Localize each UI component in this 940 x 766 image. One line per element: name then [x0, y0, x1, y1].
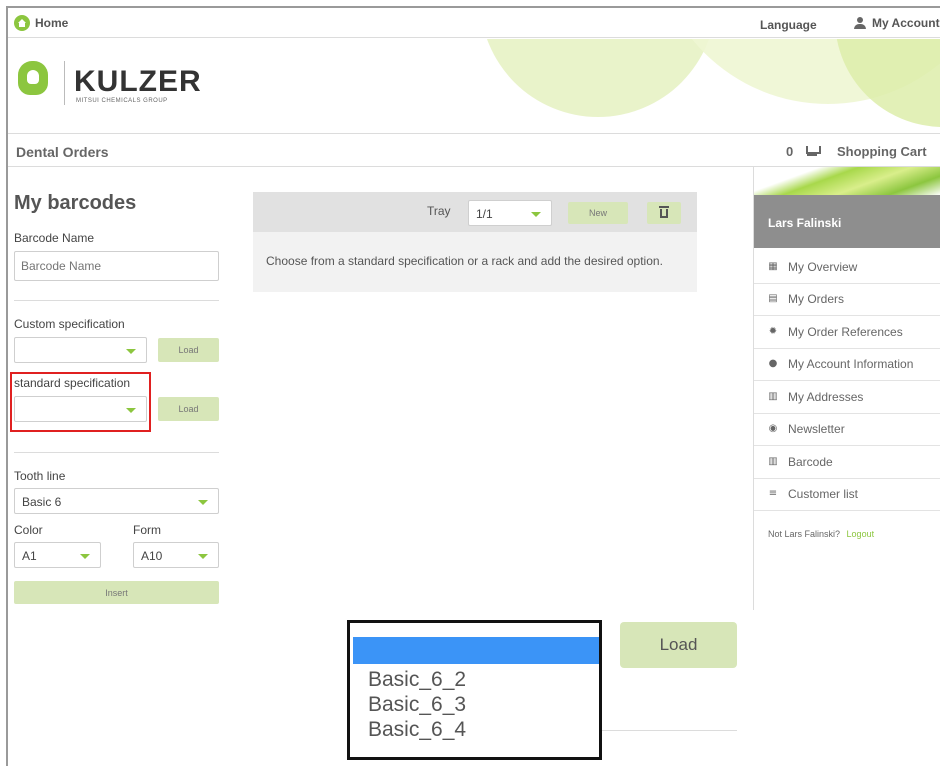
sidebar-item-label: My Orders [788, 292, 845, 307]
new-tray-button[interactable]: New [568, 202, 628, 224]
delete-tray-button[interactable] [647, 202, 681, 224]
sidebar-item-my-orders[interactable]: ▤ My Orders [754, 284, 940, 316]
sidebar-item-label: My Account Information [788, 357, 914, 372]
shopping-cart-link[interactable]: Shopping Cart [837, 144, 927, 159]
insert-button[interactable]: Insert [14, 581, 219, 604]
sidebar-decoration [754, 167, 940, 195]
grid-icon: ▦ [768, 260, 778, 272]
sidebar-item-label: My Order References [788, 324, 903, 339]
dropdown-option[interactable]: Basic_6_3 [368, 693, 466, 717]
barcode-icon: ▥ [768, 455, 778, 467]
chevron-down-icon [80, 554, 90, 559]
color-select[interactable]: A1 [14, 542, 101, 568]
my-account-label: My Account [872, 16, 940, 30]
standard-spec-label: standard specification [14, 376, 131, 390]
sidebar-item-my-order-references[interactable]: ✹ My Order References [754, 316, 940, 349]
chevron-down-icon [126, 349, 136, 354]
sidebar-item-my-account-information[interactable]: ● My Account Information [754, 349, 940, 381]
home-icon [14, 15, 30, 31]
sidebar-item-my-addresses[interactable]: ▥ My Addresses [754, 381, 940, 414]
chevron-down-icon [126, 408, 136, 413]
divider [602, 730, 737, 731]
dropdown-option[interactable]: Basic_6_4 [368, 718, 466, 742]
form-select[interactable]: A10 [133, 542, 219, 568]
tray-content: Choose from a standard specification or … [253, 232, 697, 292]
cart-count: 0 [786, 144, 794, 159]
logo-divider [64, 61, 65, 105]
sidebar-item-barcode[interactable]: ▥ Barcode [754, 446, 940, 479]
tray-label: Tray [427, 204, 451, 218]
sidebar-item-label: My Overview [788, 259, 858, 274]
site-header: KULZER MITSUI CHEMICALS GROUP [8, 39, 940, 134]
chevron-down-icon [531, 212, 541, 217]
cart-icon[interactable] [804, 145, 821, 156]
list-icon: ≡ [768, 488, 778, 500]
not-user-notice: Not Lars Falinski? Logout [768, 529, 874, 539]
page-title: My barcodes [14, 192, 137, 214]
home-link[interactable]: Home [14, 15, 68, 31]
tooth-line-select[interactable]: Basic 6 [14, 488, 219, 514]
dropdown-option-selected-empty[interactable] [353, 637, 599, 664]
home-label: Home [35, 16, 69, 30]
not-user-text: Not Lars Falinski? [768, 529, 841, 539]
chevron-down-icon [198, 554, 208, 559]
tray-toolbar: Tray 1/1 New [253, 192, 697, 232]
barcode-name-input[interactable] [14, 251, 219, 281]
divider [14, 452, 219, 453]
sidebar-item-my-overview[interactable]: ▦ My Overview [754, 251, 940, 284]
info-icon: ◉ [768, 423, 778, 435]
tray-instructions: Choose from a standard specification or … [266, 254, 663, 268]
my-account-link[interactable]: My Account [854, 16, 940, 30]
language-link[interactable]: Language [760, 18, 817, 32]
sidebar-item-customer-list[interactable]: ≡ Customer list [754, 479, 940, 511]
sidebar-item-label: Barcode [788, 454, 833, 469]
standard-spec-dropdown-list: Basic_6_2 Basic_6_3 Basic_6_4 [347, 620, 602, 760]
gear-icon: ✹ [768, 325, 778, 337]
user-icon [854, 17, 866, 29]
sidebar-item-label: Customer list [788, 487, 859, 502]
user-icon: ● [768, 358, 778, 370]
sidebar-user-name: Lars Falinski [754, 195, 940, 248]
document-icon: ▤ [768, 293, 778, 305]
standard-spec-select[interactable] [14, 396, 147, 422]
form-label: Form [133, 523, 161, 537]
tooth-line-label: Tooth line [14, 469, 66, 483]
color-label: Color [14, 523, 43, 537]
tray-select[interactable]: 1/1 [468, 200, 552, 226]
brand-tagline: MITSUI CHEMICALS GROUP [76, 98, 168, 104]
color-value: A1 [22, 549, 37, 563]
sidebar-item-newsletter[interactable]: ◉ Newsletter [754, 414, 940, 446]
top-bar: Home Language My Account [8, 8, 940, 38]
custom-spec-select[interactable] [14, 337, 147, 363]
dropdown-option[interactable]: Basic_6_2 [368, 668, 466, 692]
custom-spec-load-button[interactable]: Load [158, 338, 219, 362]
trash-icon [659, 205, 669, 218]
form-value: A10 [141, 549, 163, 563]
brand-logo-icon[interactable] [18, 61, 48, 95]
tooth-line-value: Basic 6 [22, 495, 62, 509]
zoomed-load-button[interactable]: Load [620, 622, 737, 668]
building-icon: ▥ [768, 390, 778, 402]
standard-spec-load-button[interactable]: Load [158, 397, 219, 421]
logout-link[interactable]: Logout [847, 529, 875, 539]
sub-header: Dental Orders 0 Shopping Cart [8, 135, 940, 167]
section-title[interactable]: Dental Orders [16, 144, 109, 160]
barcode-name-label: Barcode Name [14, 231, 95, 245]
divider [14, 300, 219, 301]
sidebar-item-label: My Addresses [788, 389, 864, 404]
account-sidebar: Lars Falinski ▦ My Overview ▤ My Orders … [753, 167, 940, 610]
sidebar-nav: ▦ My Overview ▤ My Orders ✹ My Order Ref… [754, 251, 940, 511]
chevron-down-icon [198, 500, 208, 505]
brand-name[interactable]: KULZER [74, 65, 202, 99]
sidebar-item-label: Newsletter [788, 422, 845, 437]
tray-value: 1/1 [476, 207, 493, 221]
custom-spec-label: Custom specification [14, 317, 125, 331]
